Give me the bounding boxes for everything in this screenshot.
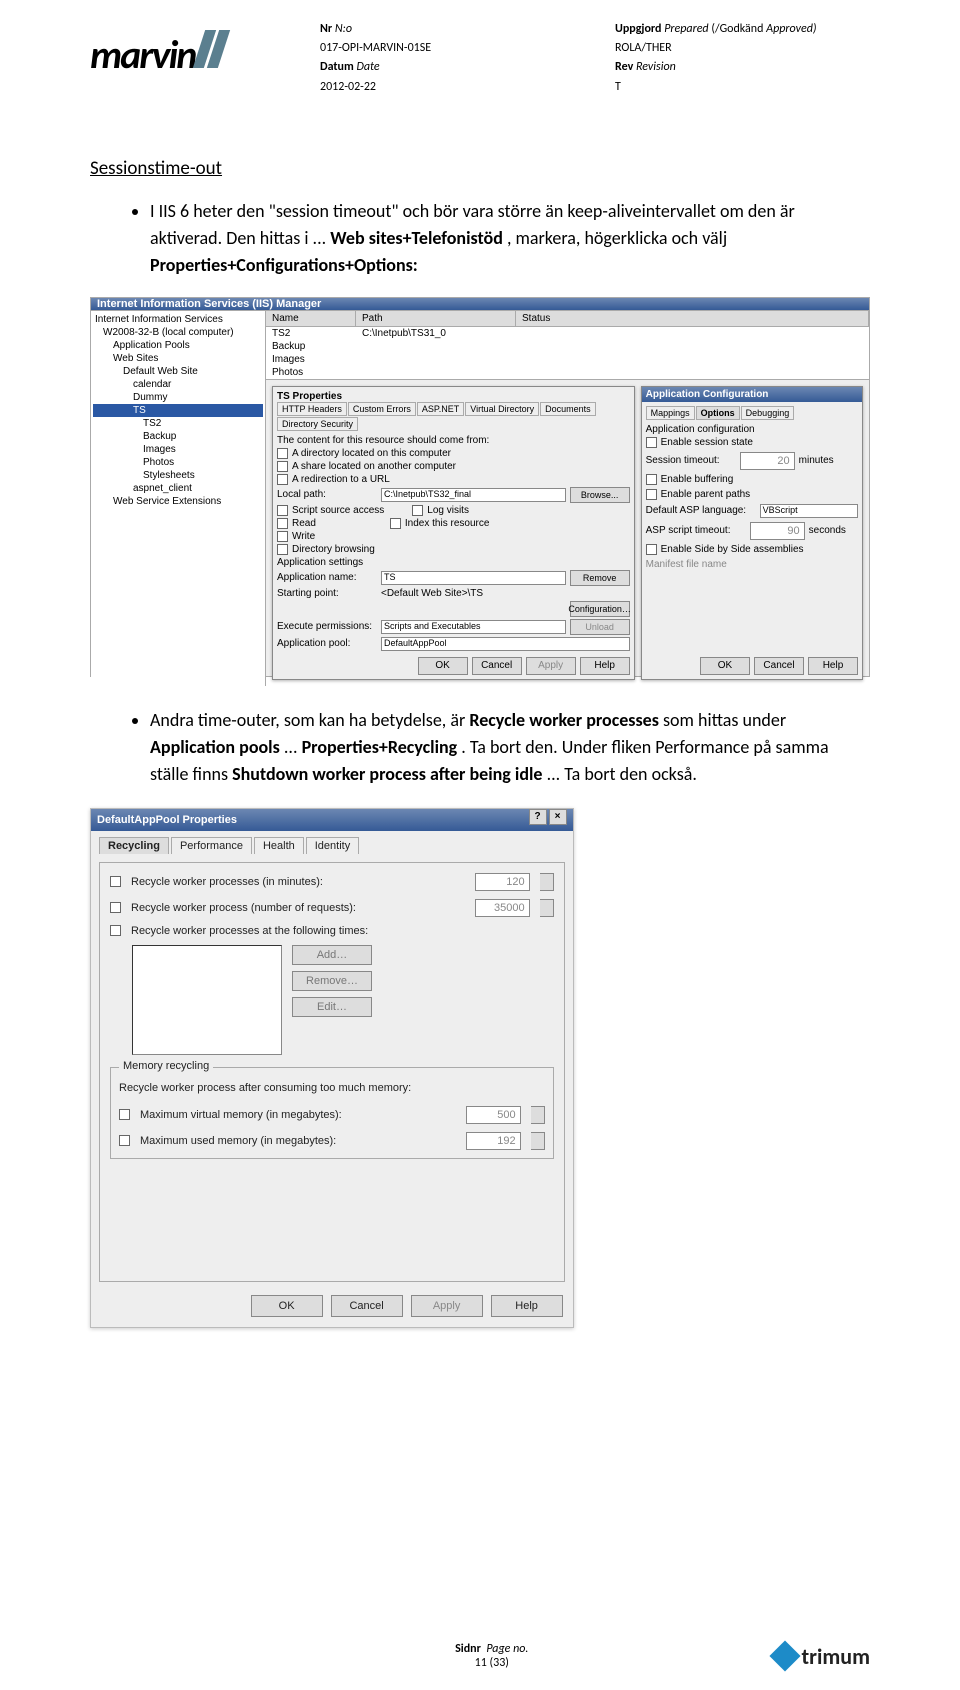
checkbox[interactable] <box>110 876 121 887</box>
app-config-dialog[interactable]: Application Configuration Mappings Optio… <box>641 386 863 680</box>
apply-button: Apply <box>411 1295 483 1317</box>
tab-identity[interactable]: Identity <box>306 837 359 854</box>
edit-button: Edit… <box>292 997 372 1017</box>
date-label: Datum <box>320 60 354 74</box>
rev-label: Rev <box>615 60 633 74</box>
group-label: Memory recycling <box>119 1060 213 1072</box>
rev-value: T <box>615 78 870 97</box>
help-button[interactable]: Help <box>491 1295 563 1317</box>
sidnr-label-it: Page no. <box>486 1642 528 1656</box>
logo-bars-icon <box>193 30 230 68</box>
label-max-virtual: Maximum virtual memory (in megabytes): <box>140 1109 456 1121</box>
used-mem-value[interactable]: 192 <box>466 1132 521 1150</box>
nr-label: Nr <box>320 22 332 36</box>
checkbox[interactable] <box>119 1109 130 1120</box>
memory-recycle-text: Recycle worker process after consuming t… <box>119 1082 545 1094</box>
logo-area: marvin <box>90 20 290 97</box>
logo-text: marvin <box>90 30 195 79</box>
close-icon[interactable]: × <box>549 809 567 825</box>
iis-content-list[interactable]: Name Path Status TS2C:\Inetpub\TS31_0 Ba… <box>266 311 869 380</box>
date-value: 2012-02-22 <box>320 78 575 97</box>
prep-value: ROLA/THER <box>615 39 870 58</box>
dialog-footer: OK Cancel Apply Help <box>101 1295 563 1317</box>
list-item: I IIS 6 heter den "session timeout" och … <box>150 198 870 279</box>
date-label-it: Date <box>356 60 379 74</box>
appr-label: (/Godkänd <box>711 22 763 36</box>
prep-label: Uppgjord <box>615 22 661 36</box>
meta-block: Nr N:o 017-OPI-MARVIN-01SE Datum Date 20… <box>320 20 870 97</box>
prep-label-it: Prepared <box>664 22 708 36</box>
remove-button: Remove… <box>292 971 372 991</box>
label-recycle-times: Recycle worker processes at the followin… <box>131 925 368 937</box>
tab-performance[interactable]: Performance <box>171 837 252 854</box>
nr-label-it: N:o <box>335 22 352 36</box>
iis-tree[interactable]: Internet Information Services W2008-32-B… <box>91 311 266 686</box>
help-icon[interactable]: ? <box>529 809 547 825</box>
nr-value: 017-OPI-MARVIN-01SE <box>320 39 575 58</box>
appr-label-it: Approved) <box>766 22 816 36</box>
spinner-icon[interactable] <box>531 1106 545 1124</box>
ts-properties-dialog[interactable]: TS Properties HTTP Headers Custom Errors… <box>272 386 635 680</box>
add-button: Add… <box>292 945 372 965</box>
label-max-used: Maximum used memory (in megabytes): <box>140 1135 456 1147</box>
tab-recycling[interactable]: Recycling <box>99 837 169 854</box>
dialog-tabs: Recycling Performance Health Identity <box>99 837 565 854</box>
ok-button[interactable]: OK <box>251 1295 323 1317</box>
trimum-logo: trimum <box>774 1643 870 1670</box>
page-number: 11 (33) <box>210 1656 774 1670</box>
screenshot-apppool-properties: DefaultAppPool Properties ? × Recycling … <box>90 808 574 1328</box>
times-listbox[interactable] <box>132 945 282 1055</box>
spinner-icon[interactable] <box>531 1132 545 1150</box>
dialog-body: Recycle worker processes (in minutes): 1… <box>99 862 565 1282</box>
checkbox[interactable] <box>110 902 121 913</box>
page-footer: Sidnr Page no. 11 (33) trimum <box>0 1642 960 1670</box>
memory-recycling-group: Memory recycling Recycle worker process … <box>110 1067 554 1159</box>
label-recycle-requests: Recycle worker process (number of reques… <box>131 902 465 914</box>
virtual-mem-value[interactable]: 500 <box>466 1106 521 1124</box>
rev-label-it: Revision <box>636 60 676 74</box>
checkbox[interactable] <box>119 1135 130 1146</box>
trimum-text: trimum <box>802 1643 870 1670</box>
minutes-value[interactable]: 120 <box>475 873 530 891</box>
checkbox[interactable] <box>110 925 121 936</box>
dialog-titlebar[interactable]: DefaultAppPool Properties ? × <box>91 809 573 831</box>
list-item: Andra time-outer, som kan ha betydelse, … <box>150 707 870 788</box>
spinner-icon[interactable] <box>540 873 554 891</box>
section-heading: Sessionstime-out <box>90 157 870 180</box>
iis-title: Internet Information Services (IIS) Mana… <box>97 298 321 310</box>
requests-value[interactable]: 35000 <box>475 899 530 917</box>
label-recycle-minutes: Recycle worker processes (in minutes): <box>131 876 465 888</box>
bullet-list-2: Andra time-outer, som kan ha betydelse, … <box>90 707 870 788</box>
cancel-button[interactable]: Cancel <box>331 1295 403 1317</box>
dialog-title: DefaultAppPool Properties <box>97 809 237 831</box>
tab-health[interactable]: Health <box>254 837 304 854</box>
spinner-icon[interactable] <box>540 899 554 917</box>
marvin-logo: marvin <box>90 30 290 79</box>
document-header: marvin Nr N:o 017-OPI-MARVIN-01SE Datum … <box>90 20 870 97</box>
sidnr-label: Sidnr <box>455 1642 481 1656</box>
bullet-list-1: I IIS 6 heter den "session timeout" och … <box>90 198 870 279</box>
screenshot-iis-manager: Internet Information Services (IIS) Mana… <box>90 297 870 677</box>
diamond-icon <box>769 1640 800 1671</box>
